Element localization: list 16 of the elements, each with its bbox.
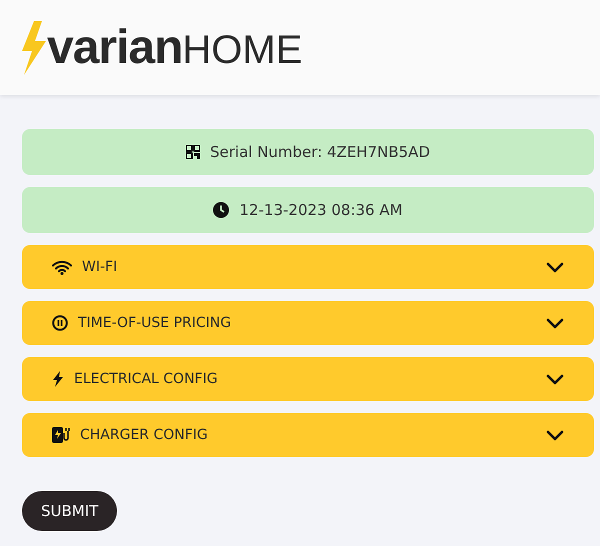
lightning-bolt-icon bbox=[20, 20, 46, 74]
clock-icon bbox=[213, 202, 230, 218]
qr-code-icon bbox=[186, 145, 200, 159]
wifi-icon bbox=[52, 260, 72, 274]
pause-circle-icon bbox=[52, 315, 68, 331]
charging-station-icon bbox=[52, 427, 70, 443]
info-text: 12-13-2023 08:36 AM bbox=[239, 201, 403, 219]
accordion-header[interactable]: WI-FI bbox=[22, 245, 594, 289]
info-text: Serial Number: 4ZEH7NB5AD bbox=[210, 143, 430, 161]
accordion-header[interactable]: ELECTRICAL CONFIG bbox=[22, 357, 594, 401]
logo-wordmark: varian bbox=[47, 20, 182, 75]
logo-wordmark-suffix: HOME bbox=[182, 28, 302, 73]
lightning-bolt-icon bbox=[52, 371, 64, 387]
accordion-header[interactable]: CHARGER CONFIG bbox=[22, 413, 594, 457]
accordion-header[interactable]: TIME-OF-USE PRICING bbox=[22, 301, 594, 345]
submit-button[interactable]: SUBMIT bbox=[22, 491, 118, 531]
